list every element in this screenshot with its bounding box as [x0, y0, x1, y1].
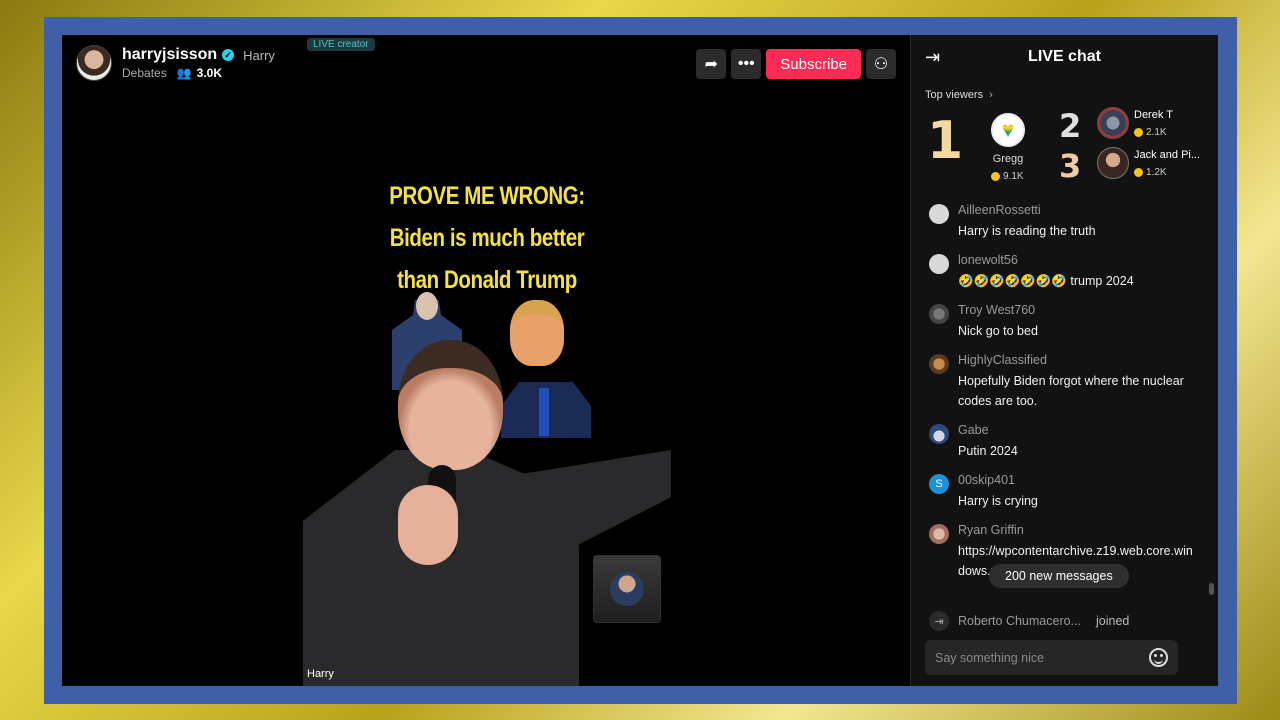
user-avatar[interactable]	[929, 354, 949, 374]
host-nickname: Harry	[243, 47, 275, 63]
share-button[interactable]: ➦	[696, 49, 727, 79]
streamer-label: Harry	[307, 668, 334, 680]
message-text: Harry is crying	[958, 494, 1038, 508]
join-notice: ⇥ Roberto Chumacero... joined	[929, 611, 1129, 631]
headline-line-1: PROVE ME WRONG:	[389, 182, 585, 210]
more-icon: •••	[737, 55, 755, 72]
top-viewer-2-coins: 2.1K	[1134, 127, 1167, 138]
coin-icon	[1134, 128, 1143, 137]
top-viewer-1-coins: 9.1K	[991, 171, 1024, 182]
live-chat-panel: ⇥ LIVE chat Top viewers › 1 ♥ Gregg 9.1K…	[910, 35, 1218, 686]
chat-message: lonewolt56 🤣🤣🤣🤣🤣🤣🤣 trump 2024	[911, 253, 1211, 291]
chat-input[interactable]	[935, 650, 1135, 665]
message-username[interactable]: Gabe	[958, 423, 1018, 437]
new-messages-button[interactable]: 200 new messages	[989, 564, 1129, 588]
emoji-icon[interactable]	[1149, 648, 1168, 667]
streamer-head	[398, 340, 503, 470]
message-username[interactable]: Troy West760	[958, 303, 1038, 317]
message-username[interactable]: Ryan Griffin	[958, 523, 1193, 537]
top-viewer-3-coins: 1.2K	[1134, 167, 1167, 178]
people-icon: 👥	[176, 66, 192, 80]
chat-message: Troy West760 Nick go to bed	[911, 303, 1211, 341]
chat-title: LIVE chat	[1028, 48, 1101, 65]
top-viewer-1-avatar[interactable]: ♥	[991, 113, 1025, 147]
host-bar: harryjsisson ✓ Harry Debates 👥 3.0K	[76, 45, 275, 81]
headline-line-3: than Donald Trump	[397, 266, 577, 294]
live-stream-page: harryjsisson ✓ Harry Debates 👥 3.0K LIVE…	[62, 35, 1218, 686]
trump-photo-tie	[539, 388, 549, 436]
chat-header: ⇥ LIVE chat	[911, 35, 1218, 79]
video-area: harryjsisson ✓ Harry Debates 👥 3.0K LIVE…	[62, 35, 910, 686]
viewer-count-value: 3.0K	[196, 66, 223, 80]
message-text: Hopefully Biden forgot where the nuclear…	[958, 374, 1184, 408]
user-check-icon: ⚇	[873, 56, 889, 73]
top-actions: ➦ ••• Subscribe ⚇	[696, 49, 896, 79]
chat-message: AilleenRossetti Harry is reading the tru…	[911, 203, 1211, 241]
top-viewer-2-name[interactable]: Derek T	[1134, 109, 1173, 121]
share-icon: ➦	[704, 56, 718, 73]
host-avatar[interactable]	[76, 45, 112, 81]
rank-2: 2	[1059, 107, 1082, 145]
follow-button[interactable]: ⚇	[866, 49, 896, 79]
message-text: Putin 2024	[958, 444, 1018, 458]
user-avatar[interactable]: S	[929, 474, 949, 494]
message-username[interactable]: 00skip401	[958, 473, 1038, 487]
message-username[interactable]: AilleenRossetti	[958, 203, 1096, 217]
message-text: 🤣🤣🤣🤣🤣🤣🤣 trump 2024	[958, 274, 1134, 288]
chat-input-box	[925, 640, 1178, 675]
coin-icon	[1134, 168, 1143, 177]
top-viewers: 1 ♥ Gregg 9.1K 2 Derek T 2.1K 3 Jack and…	[911, 101, 1218, 193]
more-options-button[interactable]: •••	[731, 49, 762, 79]
collapse-chat-icon[interactable]: ⇥	[925, 47, 940, 68]
guest-avatar	[610, 572, 644, 606]
top-viewer-1-name[interactable]: Gregg	[977, 153, 1039, 165]
coin-icon	[991, 172, 1000, 181]
host-username[interactable]: harryjsisson	[122, 46, 217, 64]
viewer-count: 👥 3.0K	[177, 66, 222, 80]
joined-action: joined	[1095, 614, 1130, 628]
user-avatar[interactable]	[929, 524, 949, 544]
host-category[interactable]: Debates	[122, 66, 167, 80]
guest-thumbnail[interactable]	[593, 555, 661, 623]
streamer-hand	[398, 485, 458, 565]
message-text: Nick go to bed	[958, 324, 1038, 338]
user-avatar[interactable]	[929, 424, 949, 444]
top-viewer-3-coin-value: 1.2K	[1146, 167, 1167, 178]
top-viewer-2-avatar[interactable]	[1097, 107, 1129, 139]
top-viewer-1-coin-value: 9.1K	[1003, 171, 1024, 182]
top-viewers-link[interactable]: Top viewers ›	[911, 79, 1218, 101]
join-arrow-icon: ⇥	[929, 611, 949, 631]
message-text: Harry is reading the truth	[958, 224, 1096, 238]
chat-message: S 00skip401 Harry is crying	[911, 473, 1211, 511]
rainbow-heart-icon: ♥	[1001, 117, 1015, 142]
biden-photo-head	[416, 292, 438, 320]
rank-3: 3	[1059, 147, 1082, 185]
live-creator-badge: LIVE creator	[307, 38, 375, 51]
headline-line-2: Biden is much better	[389, 224, 585, 252]
message-username[interactable]: HighlyClassified	[958, 353, 1193, 367]
joined-username[interactable]: Roberto Chumacero...	[958, 614, 1081, 628]
subscribe-button[interactable]: Subscribe	[766, 49, 861, 79]
chevron-right-icon: ›	[989, 89, 993, 101]
chat-scrollbar[interactable]	[1209, 583, 1214, 595]
rank-1: 1	[927, 111, 964, 171]
top-viewer-2-coin-value: 2.1K	[1146, 127, 1167, 138]
trump-photo-head	[510, 300, 564, 366]
verified-icon: ✓	[222, 49, 235, 61]
top-viewers-label: Top viewers	[925, 89, 984, 101]
message-username[interactable]: lonewolt56	[958, 253, 1134, 267]
top-viewer-3-name[interactable]: Jack and Pi...	[1134, 149, 1200, 161]
user-avatar[interactable]	[929, 204, 949, 224]
top-viewer-3-avatar[interactable]	[1097, 147, 1129, 179]
chat-message: HighlyClassified Hopefully Biden forgot …	[911, 353, 1211, 411]
stream-headline: PROVE ME WRONG: Biden is much better tha…	[336, 175, 638, 301]
chat-message: Gabe Putin 2024	[911, 423, 1211, 461]
host-info: harryjsisson ✓ Harry Debates 👥 3.0K	[122, 46, 275, 80]
user-avatar[interactable]	[929, 304, 949, 324]
user-avatar[interactable]	[929, 254, 949, 274]
